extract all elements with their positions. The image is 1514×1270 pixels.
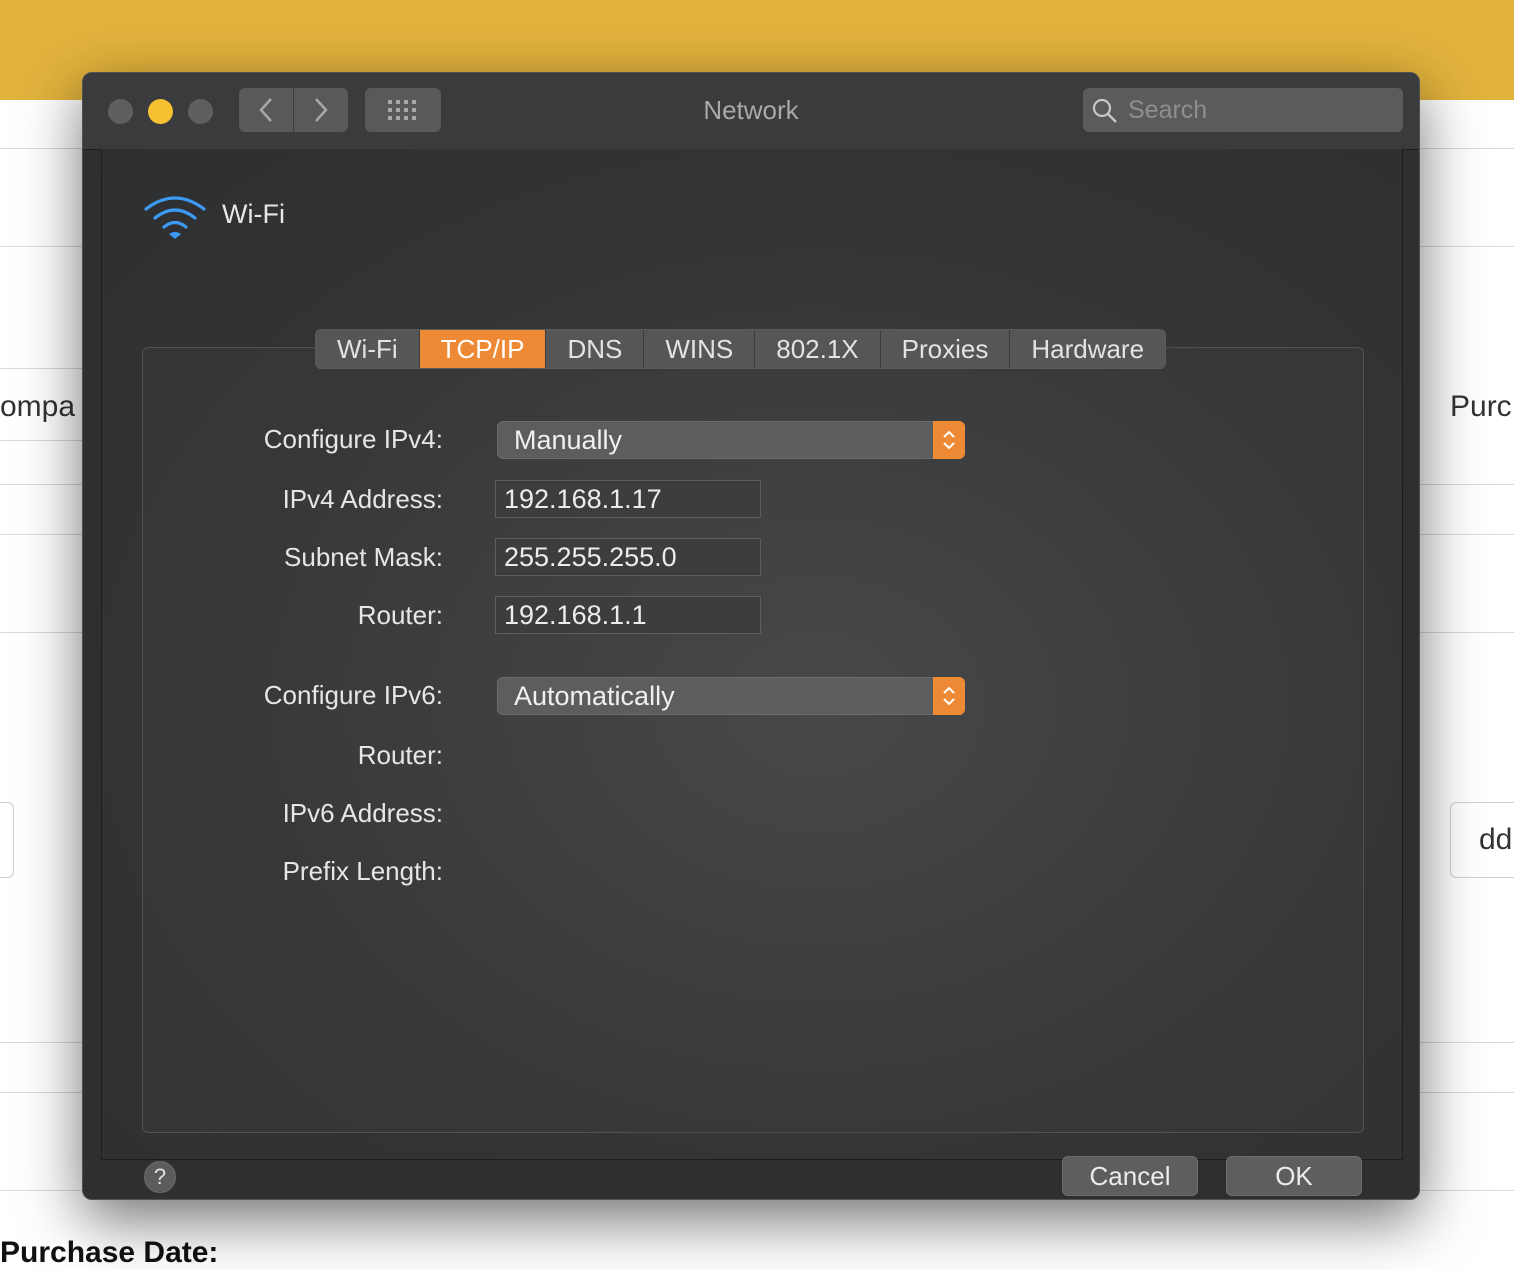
background-divider <box>0 246 82 247</box>
help-button[interactable]: ? <box>144 1161 176 1193</box>
background-purchase-date-label: Purchase Date: <box>0 1236 219 1269</box>
popup-arrows-icon <box>933 421 965 459</box>
tab-8021x[interactable]: 802.1X <box>755 330 881 368</box>
background-divider <box>0 1042 82 1043</box>
subnet-mask-field[interactable] <box>495 538 761 576</box>
background-divider <box>1418 1092 1514 1093</box>
background-divider <box>1418 148 1514 149</box>
background-input-left[interactable] <box>0 802 14 878</box>
wifi-icon <box>144 196 206 239</box>
configure-ipv6-popup[interactable]: Automatically <box>497 677 965 715</box>
background-divider <box>1418 1190 1514 1191</box>
background-divider <box>0 368 82 369</box>
configure-ipv6-value: Automatically <box>514 681 675 711</box>
background-purchase-label: Purc <box>1450 390 1512 423</box>
background-divider <box>1418 632 1514 633</box>
content-area: Wi-Fi Configure IPv4: Manually IPv4 Addr… <box>101 149 1403 1196</box>
prefix-length-label: Prefix Length: <box>282 856 443 886</box>
configure-ipv6-label: Configure IPv6: <box>263 680 443 710</box>
tab-wins[interactable]: WINS <box>644 330 756 368</box>
title-bar: Network <box>83 73 1419 150</box>
interface-name: Wi-Fi <box>222 199 285 229</box>
search-icon <box>1092 98 1117 123</box>
ok-button[interactable]: OK <box>1226 1156 1362 1196</box>
ipv4-address-label: IPv4 Address: <box>282 484 443 514</box>
configure-ipv4-popup[interactable]: Manually <box>497 421 965 459</box>
popup-arrows-icon <box>933 677 965 715</box>
ipv4-router-field[interactable] <box>495 596 761 634</box>
tab-proxies[interactable]: Proxies <box>880 330 1011 368</box>
background-divider <box>0 632 82 633</box>
ipv4-router-label: Router: <box>357 600 443 630</box>
tab-dns[interactable]: DNS <box>546 330 645 368</box>
background-divider <box>0 1190 82 1191</box>
settings-panel: Configure IPv4: Manually IPv4 Address: S… <box>142 347 1364 1133</box>
background-divider <box>0 148 82 149</box>
cancel-button[interactable]: Cancel <box>1062 1156 1198 1196</box>
background-divider <box>0 534 82 535</box>
ipv6-address-label: IPv6 Address: <box>282 798 443 828</box>
ipv4-address-field[interactable] <box>495 480 761 518</box>
subnet-mask-label: Subnet Mask: <box>284 542 443 572</box>
background-divider <box>0 484 82 485</box>
background-divider <box>1418 246 1514 247</box>
background-divider <box>0 1092 82 1093</box>
background-company-label: ompa <box>0 390 76 423</box>
tab-hardware[interactable]: Hardware <box>1010 330 1166 368</box>
tab-bar: Wi-Fi TCP/IP DNS WINS 802.1X Proxies Har… <box>315 329 1167 369</box>
network-window: Network Wi-Fi Configure IPv4: Manually <box>82 72 1420 1200</box>
background-date-input[interactable]: dd <box>1450 802 1514 878</box>
background-divider <box>1418 1042 1514 1043</box>
background-divider <box>0 440 82 441</box>
background-date-placeholder: dd <box>1479 823 1513 856</box>
tab-tcpip[interactable]: TCP/IP <box>419 330 547 368</box>
ipv6-router-label: Router: <box>357 740 443 770</box>
search-input[interactable] <box>1128 88 1398 132</box>
background-divider <box>1418 534 1514 535</box>
configure-ipv4-value: Manually <box>514 425 623 455</box>
configure-ipv4-label: Configure IPv4: <box>263 424 443 454</box>
tab-wifi[interactable]: Wi-Fi <box>316 330 420 368</box>
background-divider <box>1418 484 1514 485</box>
